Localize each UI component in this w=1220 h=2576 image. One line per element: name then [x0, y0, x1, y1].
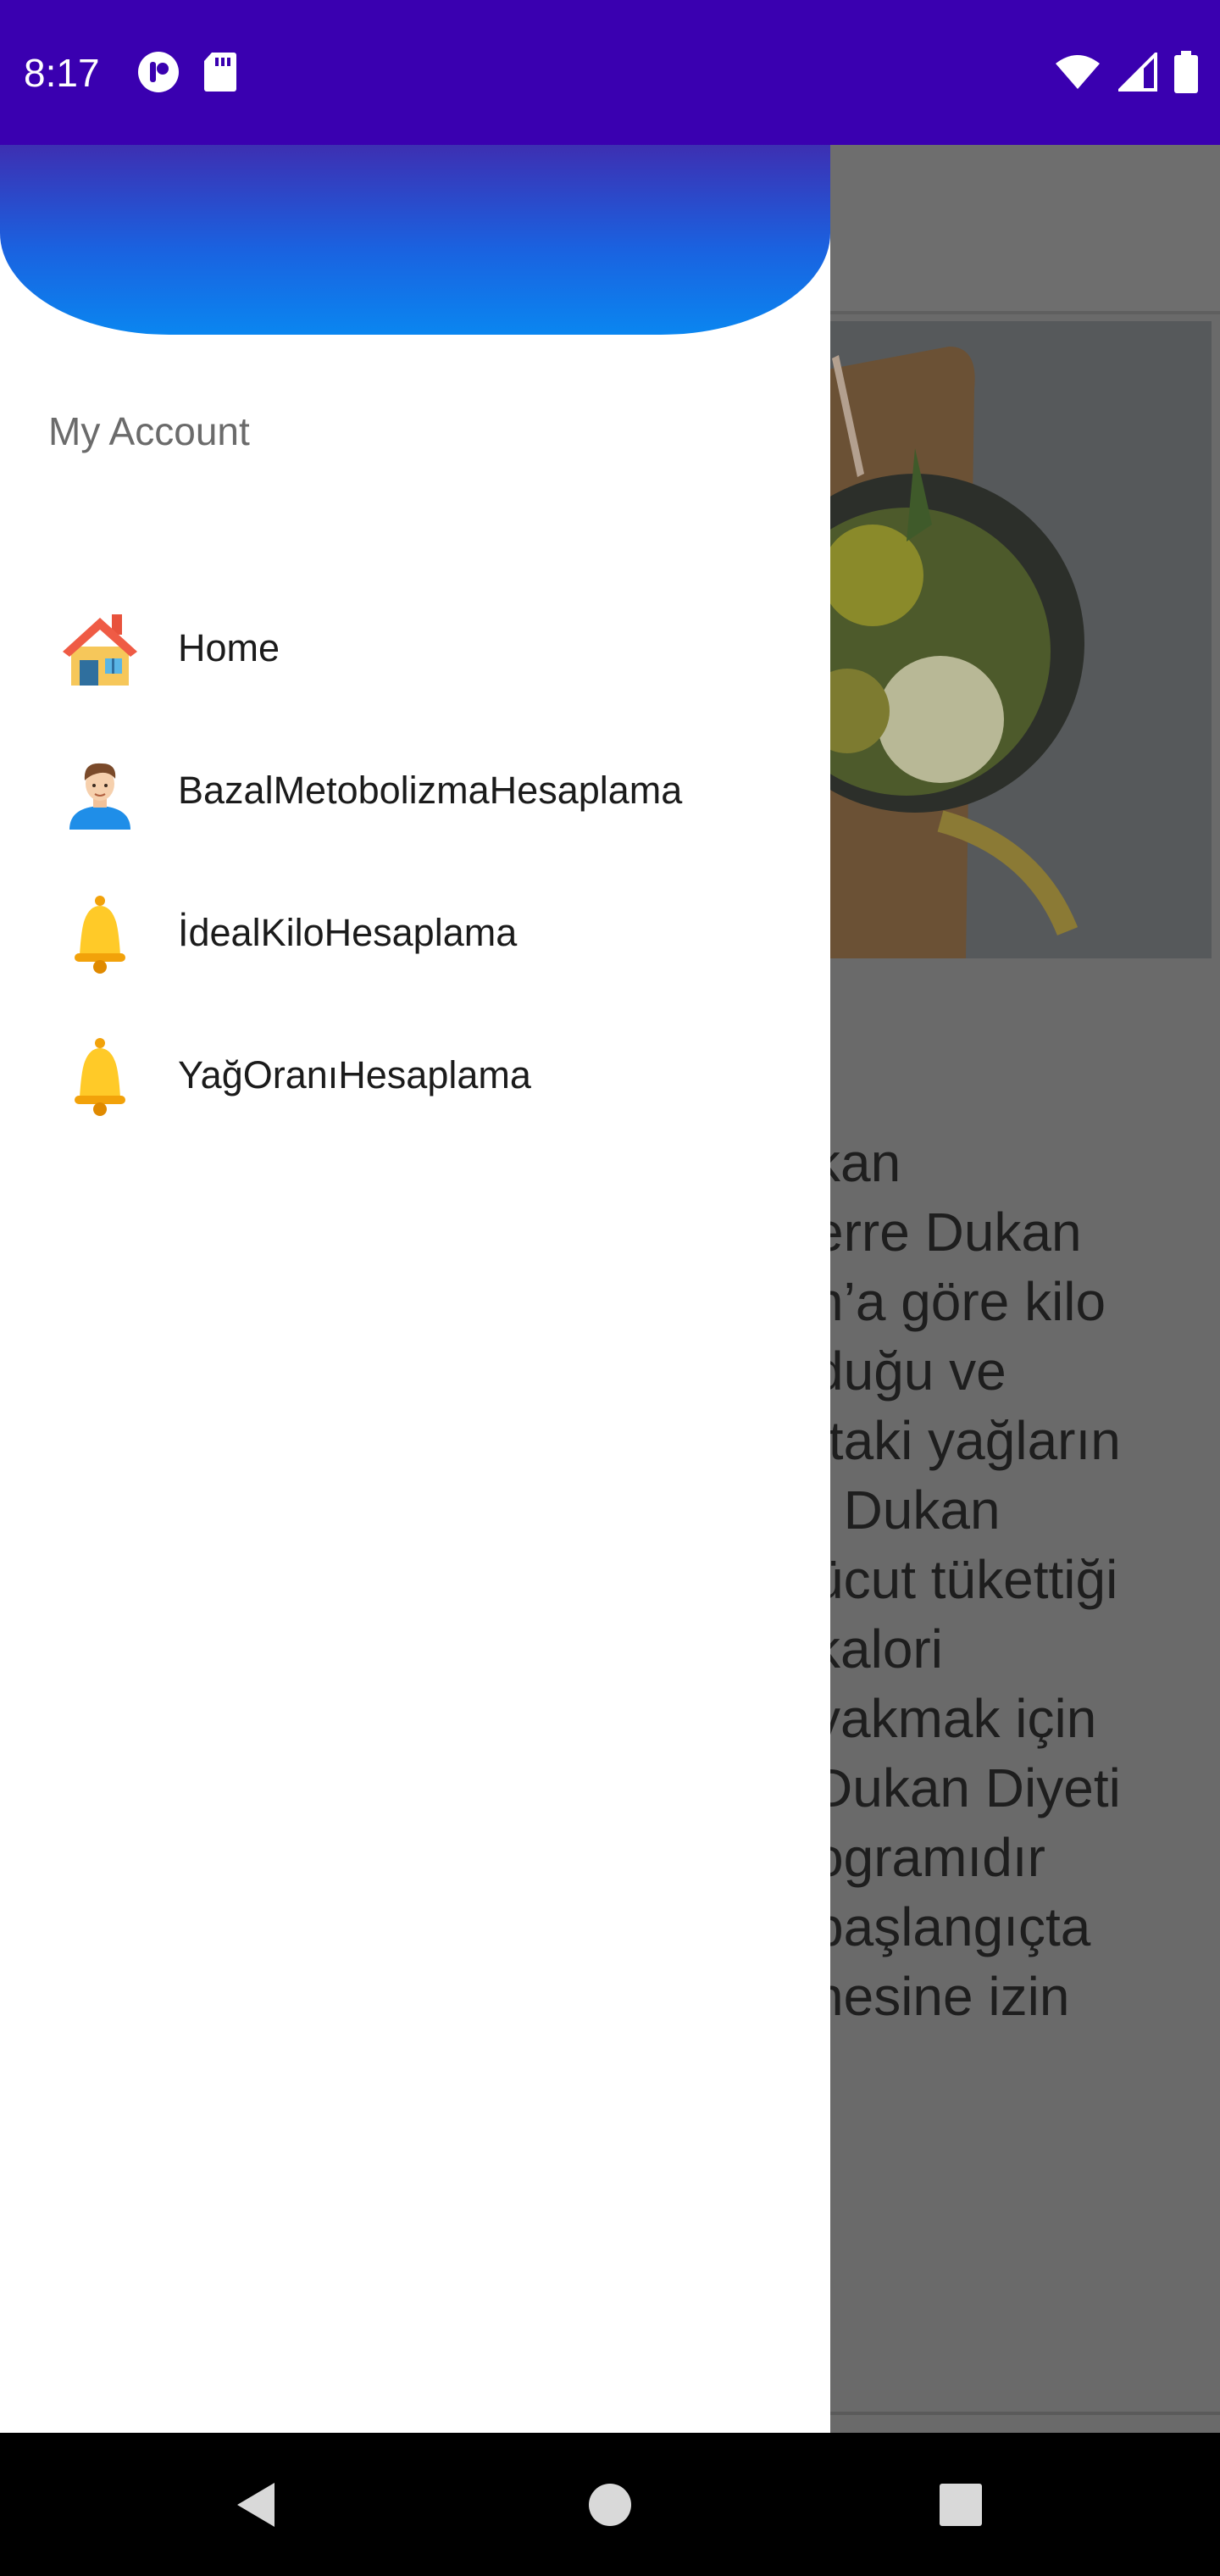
battery-icon [1174, 51, 1198, 93]
article-line: kan [813, 1132, 901, 1193]
back-icon [237, 2482, 274, 2527]
article-line: n’a göre kilo [813, 1271, 1106, 1332]
status-bar: 8:17 [0, 0, 1220, 145]
signal-icon [1118, 53, 1157, 92]
status-right-icons [1054, 51, 1198, 93]
menu-item-home[interactable]: Home [0, 575, 830, 718]
navigation-drawer: My Account Home BazalMetobolizmaHesaplam… [0, 145, 830, 2433]
menu-item-label: İdealKiloHesaplama [178, 911, 518, 954]
menu-item-label: YağOranıHesaplama [178, 1053, 531, 1096]
house-icon [63, 614, 137, 686]
menu-item-label: BazalMetobolizmaHesaplama [178, 769, 683, 812]
article-line: yakmak için [813, 1688, 1097, 1749]
drawer-header [0, 145, 830, 335]
bell-icon [75, 896, 125, 974]
article-line: . Dukan [813, 1480, 1001, 1541]
food-photo [813, 321, 1212, 958]
section-title: My Account [48, 409, 250, 453]
home-icon [589, 2483, 631, 2526]
home-button[interactable] [542, 2433, 678, 2576]
system-navigation-bar [0, 2433, 1220, 2576]
circle-logo-icon [138, 52, 179, 92]
status-time: 8:17 [24, 51, 100, 95]
menu-item-bazal-metabolizma[interactable]: BazalMetobolizmaHesaplama [0, 718, 830, 860]
menu-item-yag-orani[interactable]: YağOranıHesaplama [0, 1002, 830, 1145]
wifi-icon [1056, 55, 1100, 89]
menu-item-ideal-kilo[interactable]: İdealKiloHesaplama [0, 860, 830, 1002]
article-line: erre Dukan [813, 1202, 1082, 1263]
background-article-text: kan erre Dukan n’a göre kilo duğu ve tta… [813, 1128, 1212, 2031]
menu-item-label: Home [178, 626, 280, 669]
article-line: ücut tükettiği [813, 1549, 1118, 1610]
sd-card-icon [204, 53, 236, 92]
article-line: duğu ve [813, 1341, 1006, 1402]
article-line: Dukan Diyeti [813, 1757, 1121, 1818]
background-divider [813, 2412, 1220, 2415]
recents-icon [940, 2483, 982, 2526]
back-button[interactable] [187, 2433, 323, 2576]
article-line: ogramıdır [813, 1827, 1045, 1888]
article-line: nesine izin [813, 1966, 1070, 2027]
article-line: kalori [813, 1618, 943, 1679]
status-left-icons [137, 51, 237, 93]
article-line: başlangıçta [813, 1896, 1091, 1957]
recents-button[interactable] [893, 2433, 1029, 2576]
article-line: ttaki yağların [813, 1410, 1121, 1471]
bell-icon [75, 1038, 125, 1116]
man-avatar-icon [69, 763, 130, 830]
